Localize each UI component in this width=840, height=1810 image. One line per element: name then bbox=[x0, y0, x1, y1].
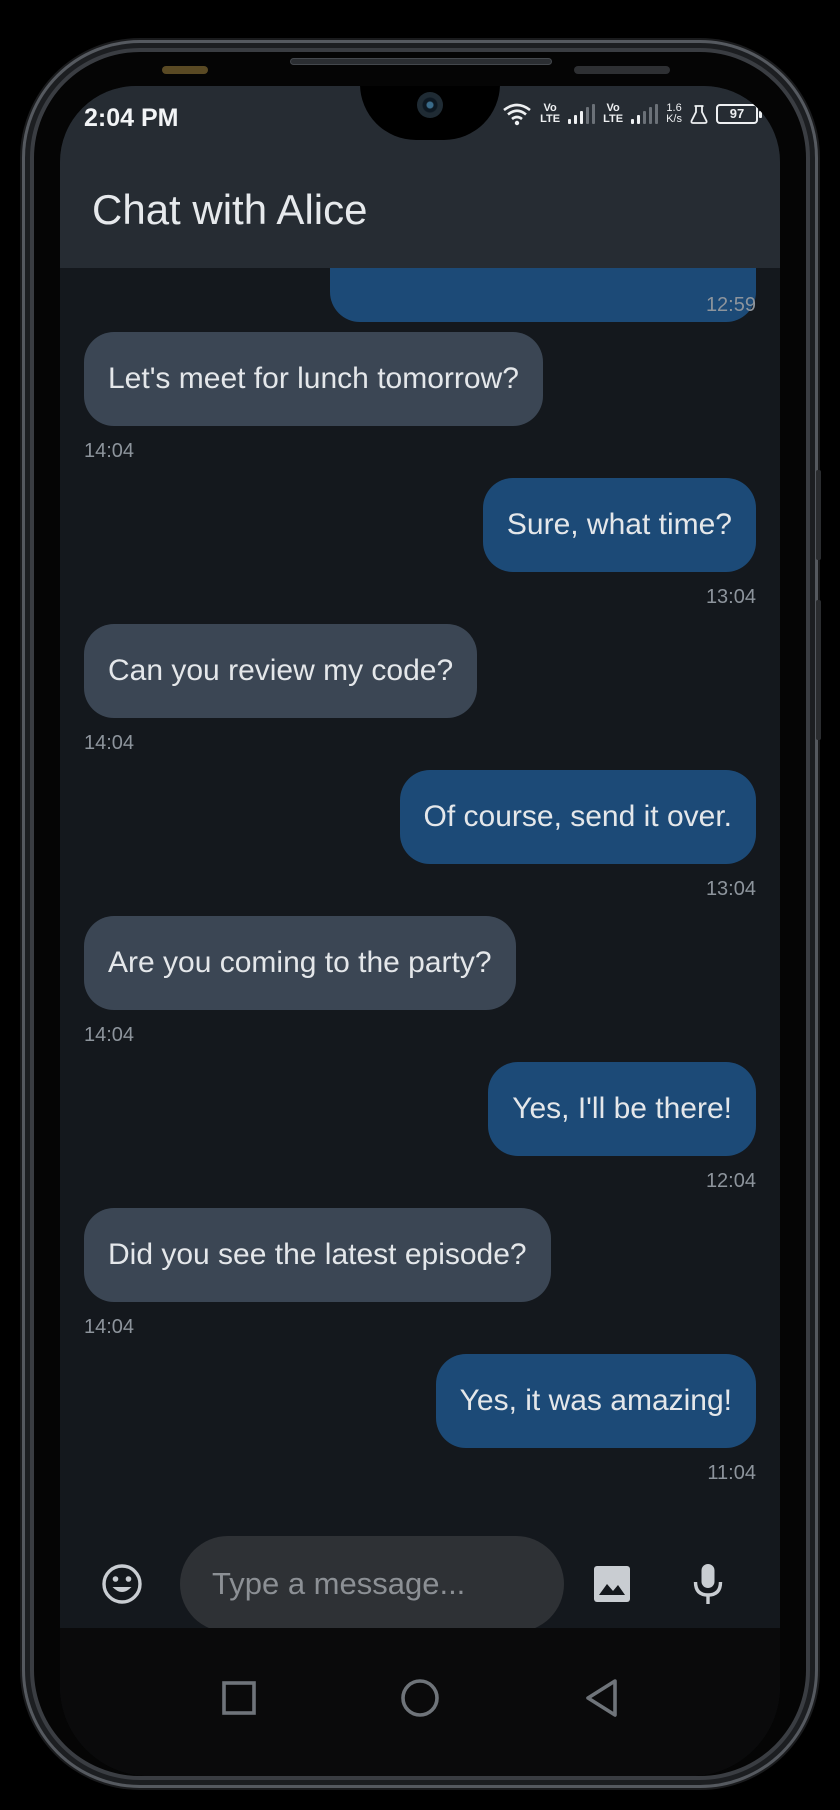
back-button[interactable] bbox=[569, 1666, 633, 1730]
message-bubble-outgoing[interactable]: Sure, what time? bbox=[482, 478, 756, 572]
flask-icon bbox=[690, 105, 708, 124]
recents-square-icon bbox=[222, 1681, 256, 1715]
message-timestamp: 11:04 bbox=[707, 1462, 756, 1484]
back-triangle-icon bbox=[586, 1679, 617, 1717]
volume-button bbox=[816, 470, 821, 560]
wifi-icon bbox=[503, 103, 531, 126]
message-list[interactable]: 12:59 Let's meet for lunch tomorrow? 14:… bbox=[60, 268, 780, 1528]
front-camera bbox=[417, 92, 443, 118]
status-bar: 2:04 PM Vo LTE Vo LTE 1.6 K/s 97 bbox=[60, 86, 780, 150]
emoji-button[interactable] bbox=[96, 1558, 148, 1610]
message-timestamp: 12:04 bbox=[705, 1170, 756, 1192]
system-navigation-bar bbox=[60, 1628, 780, 1776]
home-button[interactable] bbox=[388, 1666, 452, 1730]
volte-indicator-1: Vo LTE bbox=[540, 103, 560, 125]
volte-2-bottom: LTE bbox=[603, 113, 624, 125]
message-timestamp: 13:04 bbox=[705, 586, 756, 608]
emoji-icon bbox=[102, 1564, 142, 1604]
sensor-left bbox=[162, 66, 208, 74]
network-speed-unit: K/s bbox=[666, 113, 682, 125]
message-composer bbox=[60, 1528, 780, 1638]
volte-1-bottom: LTE bbox=[540, 113, 561, 125]
message-bubble-outgoing[interactable]: Yes, it was amazing! bbox=[435, 1354, 756, 1448]
power-button bbox=[816, 600, 821, 740]
sensor-right bbox=[574, 66, 670, 74]
earpiece-speaker bbox=[290, 58, 552, 65]
message-timestamp: 12:59 bbox=[705, 294, 756, 316]
message-bubble-incoming[interactable]: Can you review my code? bbox=[84, 624, 478, 718]
attach-image-button[interactable] bbox=[586, 1558, 638, 1610]
message-timestamp: 14:04 bbox=[84, 440, 135, 462]
message-timestamp: 14:04 bbox=[84, 1024, 135, 1046]
camera-notch bbox=[360, 86, 500, 140]
chat-title: Chat with Alice bbox=[92, 186, 368, 233]
message-timestamp: 14:04 bbox=[84, 732, 135, 754]
status-time: 2:04 PM bbox=[84, 104, 179, 132]
message-timestamp: 14:04 bbox=[84, 1316, 135, 1338]
message-bubble-incoming[interactable]: Let's meet for lunch tomorrow? bbox=[84, 332, 543, 426]
voice-record-button[interactable] bbox=[682, 1556, 734, 1612]
microphone-icon bbox=[693, 1564, 723, 1604]
message-bubble-incoming[interactable]: Are you coming to the party? bbox=[84, 916, 516, 1010]
image-icon bbox=[594, 1566, 630, 1602]
home-circle-icon bbox=[401, 1679, 439, 1717]
recents-button[interactable] bbox=[207, 1666, 271, 1730]
message-bubble-outgoing[interactable]: Of course, send it over. bbox=[399, 770, 756, 864]
message-bubble-outgoing[interactable]: Yes, I'll be there! bbox=[488, 1062, 756, 1156]
battery-icon: 97 bbox=[716, 104, 762, 124]
app-bar: Chat with Alice bbox=[60, 150, 780, 268]
volte-indicator-2: Vo LTE bbox=[603, 103, 623, 125]
message-bubble-outgoing[interactable] bbox=[330, 268, 756, 322]
signal-bars-2-icon bbox=[631, 104, 659, 124]
message-timestamp: 13:04 bbox=[705, 878, 756, 900]
signal-bars-1-icon bbox=[568, 104, 596, 124]
message-input[interactable] bbox=[180, 1536, 564, 1632]
phone-screen: 2:04 PM Vo LTE Vo LTE 1.6 K/s 97 Chat wi… bbox=[60, 86, 780, 1776]
message-bubble-incoming[interactable]: Did you see the latest episode? bbox=[84, 1208, 551, 1302]
status-icons: Vo LTE Vo LTE 1.6 K/s 97 bbox=[502, 102, 762, 126]
network-speed: 1.6 K/s bbox=[666, 103, 682, 125]
